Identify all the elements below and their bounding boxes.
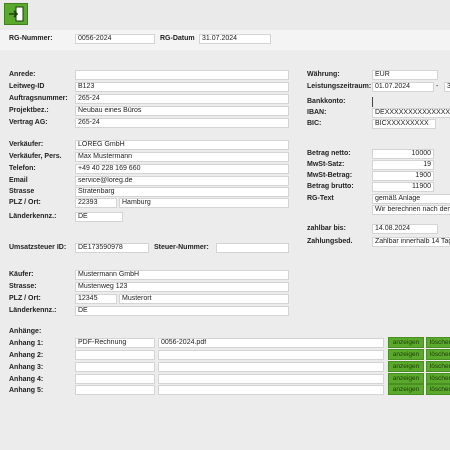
top-toolbar	[0, 0, 450, 30]
mwst-betrag-label: MwSt-Betrag:	[307, 172, 353, 179]
attachment-delete-button[interactable]: löschen	[426, 337, 450, 348]
buyer-laender-label: Länderkennz.:	[9, 307, 57, 314]
verkaeufer-pers-field[interactable]: Max Mustermann	[75, 152, 289, 162]
anrede-field[interactable]	[75, 70, 289, 80]
leistung-von-field[interactable]: 01.07.2024	[372, 82, 434, 92]
attachment-show-button[interactable]: anzeigen	[388, 384, 424, 395]
zahlungsbed-label: Zahlungsbed.	[307, 238, 353, 245]
rg-nummer-field[interactable]: 0056-2024	[75, 34, 155, 44]
exit-button[interactable]	[4, 3, 28, 25]
invoice-header: RG-Nummer: 0056-2024 RG-Datum 31.07.2024	[0, 30, 450, 50]
rgtext-label: RG-Text	[307, 195, 334, 202]
waehrung-label: Währung:	[307, 71, 340, 78]
attachment-file-field[interactable]	[158, 362, 384, 372]
iban-label: IBAN:	[307, 109, 327, 116]
leistung-bis-field[interactable]: 3	[444, 82, 450, 92]
brutto-field[interactable]: 11900	[372, 182, 434, 192]
netto-field[interactable]: 10000	[372, 149, 434, 159]
mwst-satz-field[interactable]: 19	[372, 160, 434, 170]
buyer-strasse-field[interactable]: Mustenweg 123	[75, 282, 289, 292]
seller-plz-field[interactable]: 22393	[75, 198, 117, 208]
anrede-label: Anrede:	[9, 71, 36, 78]
netto-label: Betrag netto:	[307, 150, 351, 157]
bic-label: BIC:	[307, 120, 322, 127]
iban-field[interactable]: DEXXXXXXXXXXXXXXXXXXXX	[372, 108, 450, 118]
steuer-field[interactable]	[216, 243, 289, 253]
bic-field[interactable]: BICXXXXXXXXX	[372, 119, 436, 129]
attachment-show-button[interactable]: anzeigen	[388, 361, 424, 372]
leitweg-field[interactable]: B123	[75, 82, 289, 92]
bankkonto-label: Bankkonto:	[307, 98, 346, 105]
buyer-plz-label: PLZ / Ort:	[9, 295, 41, 302]
attachment-delete-button[interactable]: löschen	[426, 373, 450, 384]
auftragsnummer-label: Auftragsnummer:	[9, 95, 68, 102]
buyer-plz-field[interactable]: 12345	[75, 294, 117, 304]
kaeufer-label: Käufer:	[9, 271, 34, 278]
steuer-label: Steuer-Nummer:	[154, 244, 209, 251]
verkaeufer-label: Verkäufer:	[9, 141, 44, 148]
attachment-type-field[interactable]	[75, 374, 155, 384]
attachment-label: Anhang 4:	[9, 376, 44, 383]
vertrag-label: Vertrag AG:	[9, 119, 48, 126]
buyer-strasse-label: Strasse:	[9, 283, 37, 290]
buyer-laender-field[interactable]: DE	[75, 306, 289, 316]
rgtext-line1-field[interactable]: gemäß Anlage	[372, 194, 450, 204]
projektbez-label: Projektbez.:	[9, 107, 49, 114]
seller-laender-label: Länderkennz.:	[9, 213, 57, 220]
email-field[interactable]: service@loreg.de	[75, 176, 289, 186]
leistung-label: Leistungszeitraum:	[307, 83, 372, 90]
mwst-satz-label: MwSt-Satz:	[307, 161, 345, 168]
leitweg-label: Leitweg-ID	[9, 83, 45, 90]
rg-nummer-label: RG-Nummer:	[9, 35, 53, 42]
telefon-label: Telefon:	[9, 165, 36, 172]
seller-strasse-label: Strasse	[9, 188, 35, 195]
attachment-file-field[interactable]	[158, 350, 384, 360]
waehrung-field[interactable]: EUR	[372, 70, 438, 80]
verkaeufer-field[interactable]: LOREG GmbH	[75, 140, 289, 150]
attachment-label: Anhang 3:	[9, 364, 44, 371]
attachment-show-button[interactable]: anzeigen	[388, 349, 424, 360]
zahlbar-label: zahlbar bis:	[307, 225, 346, 232]
attachment-type-field[interactable]	[75, 350, 155, 360]
bankkonto-field[interactable]	[372, 97, 450, 107]
attachment-type-field[interactable]	[75, 385, 155, 395]
ust-label: Umsatzsteuer ID:	[9, 244, 67, 251]
telefon-field[interactable]: +49 40 228 169 660	[75, 164, 289, 174]
attachment-delete-button[interactable]: löschen	[426, 384, 450, 395]
ust-field[interactable]: DE173590978	[75, 243, 149, 253]
mwst-betrag-field[interactable]: 1900	[372, 171, 434, 181]
email-label: Email	[9, 177, 28, 184]
rg-datum-label: RG-Datum	[160, 35, 195, 42]
attachment-file-field[interactable]	[158, 385, 384, 395]
attachment-type-field[interactable]: PDF-Rechnung	[75, 338, 155, 348]
exit-door-icon	[9, 6, 24, 22]
attachment-file-field[interactable]	[158, 374, 384, 384]
attachment-delete-button[interactable]: löschen	[426, 361, 450, 372]
seller-laender-field[interactable]: DE	[75, 212, 123, 222]
zahlbar-field[interactable]: 14.08.2024	[372, 224, 438, 234]
attachment-label: Anhang 1:	[9, 340, 44, 347]
seller-strasse-field[interactable]: Stratenbarg	[75, 187, 289, 197]
kaeufer-field[interactable]: Mustermann GmbH	[75, 270, 289, 280]
attachment-label: Anhang 5:	[9, 387, 44, 394]
buyer-ort-field[interactable]: Musterort	[119, 294, 289, 304]
zahlungsbed-field[interactable]: Zahlbar innerhalb 14 Tagen	[372, 237, 450, 247]
rg-datum-field[interactable]: 31.07.2024	[199, 34, 271, 44]
seller-plz-label: PLZ / Ort:	[9, 199, 41, 206]
seller-ort-field[interactable]: Hamburg	[119, 198, 289, 208]
rgtext-line2-field[interactable]: Wir berechnen nach dem d	[372, 205, 450, 215]
leistung-separator: -	[436, 83, 439, 90]
attachment-label: Anhang 2:	[9, 352, 44, 359]
auftragsnummer-field[interactable]: 265-24	[75, 94, 289, 104]
verkaeufer-pers-label: Verkäufer, Pers.	[9, 153, 62, 160]
projektbez-field[interactable]: Neubau eines Büros	[75, 106, 289, 116]
attachment-file-field[interactable]: 0056-2024.pdf	[158, 338, 384, 348]
attachment-show-button[interactable]: anzeigen	[388, 337, 424, 348]
attachments-title: Anhänge:	[9, 328, 42, 335]
attachment-type-field[interactable]	[75, 362, 155, 372]
attachment-show-button[interactable]: anzeigen	[388, 373, 424, 384]
brutto-label: Betrag brutto:	[307, 183, 354, 190]
vertrag-field[interactable]: 265-24	[75, 118, 289, 128]
attachment-delete-button[interactable]: löschen	[426, 349, 450, 360]
